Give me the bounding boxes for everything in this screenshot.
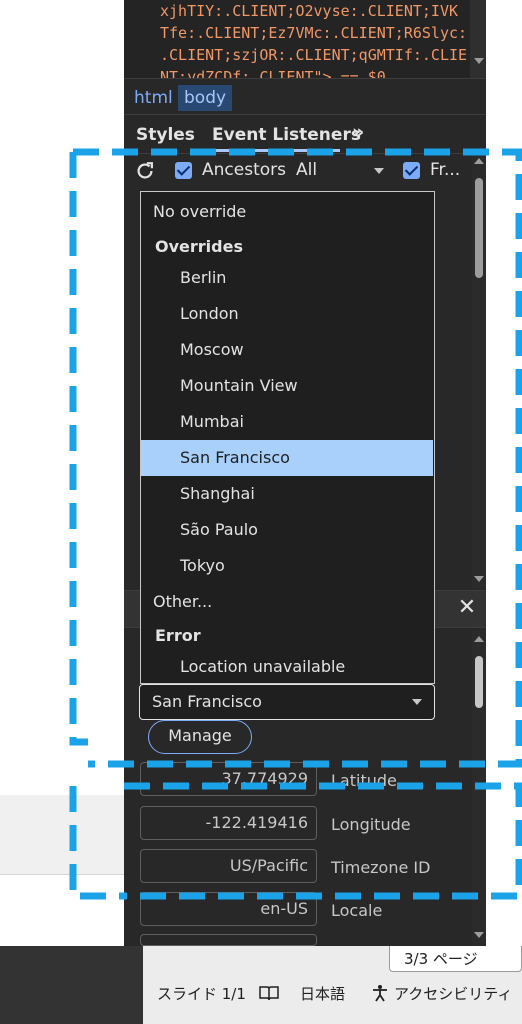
tab-styles[interactable]: Styles [136, 124, 195, 146]
accessibility-icon[interactable] [370, 983, 390, 1003]
chevron-down-icon[interactable] [374, 168, 384, 174]
chevron-down-icon [412, 699, 422, 705]
ancestors-label: Ancestors [202, 160, 286, 180]
page-gray-band [0, 795, 124, 875]
longitude-label: Longitude [331, 815, 411, 834]
refresh-icon[interactable] [134, 160, 156, 182]
sidebar-tabs: Styles Event Listeners » [124, 114, 486, 154]
breadcrumb-html[interactable]: html [128, 85, 179, 111]
accessibility-status[interactable]: アクセシビリティ [394, 983, 512, 1004]
option-san-francisco[interactable]: San Francisco [141, 440, 433, 476]
next-field-input[interactable] [140, 934, 317, 946]
breadcrumb-body[interactable]: body [178, 85, 233, 111]
option-shanghai[interactable]: Shanghai [141, 476, 433, 512]
slide-indicator[interactable]: スライド 1/1 [157, 983, 246, 1004]
code-line: .CLIENT;szjOR:.CLIENT;qGMTIf:.CLIE [160, 46, 468, 64]
option-mumbai[interactable]: Mumbai [141, 404, 433, 440]
code-line: Tfe:.CLIENT;Ez7VMc:.CLIENT;R6Slyc: [160, 24, 468, 42]
elements-code-view: xjhTIY:.CLIENT;O2vyse:.CLIENT;IVK Tfe:.C… [124, 0, 470, 78]
longitude-input[interactable]: -122.419416 [140, 806, 317, 840]
scrollbar-thumb[interactable] [475, 656, 483, 708]
filter-select[interactable]: All [296, 160, 317, 180]
locale-label: Locale [331, 901, 383, 920]
page-count: 3/3 ページ [404, 950, 478, 968]
page-divider [0, 874, 124, 875]
location-dropdown-list: No override Overrides Berlin London Mosc… [140, 191, 435, 684]
active-tab-indicator [210, 149, 340, 152]
latitude-label: Latitude [331, 771, 397, 790]
location-select[interactable]: San Francisco [139, 684, 435, 720]
scroll-down-arrow-icon[interactable] [474, 58, 484, 64]
event-listeners-toolbar: Ancestors All Fr... [124, 154, 472, 190]
option-mountain-view[interactable]: Mountain View [141, 368, 433, 404]
timezone-label: Timezone ID [331, 858, 431, 877]
framework-listeners-checkbox[interactable] [403, 162, 420, 179]
scroll-up-arrow-icon[interactable] [474, 636, 484, 642]
language-indicator[interactable]: 日本語 [300, 983, 345, 1004]
ancestors-checkbox[interactable] [175, 162, 192, 179]
framework-listeners-label: Fr... [430, 160, 461, 180]
option-other[interactable]: Other... [141, 584, 433, 620]
notes-icon[interactable] [258, 984, 280, 1002]
option-london[interactable]: London [141, 296, 433, 332]
option-no-override[interactable]: No override [141, 194, 433, 230]
option-location-unavailable[interactable]: Location unavailable [141, 649, 433, 685]
locale-input[interactable]: en-US [140, 892, 317, 926]
code-scrollbar[interactable] [470, 0, 486, 78]
timezone-input[interactable]: US/Pacific [140, 849, 317, 883]
more-tabs-icon[interactable]: » [352, 121, 364, 143]
option-sao-paulo[interactable]: São Paulo [141, 512, 433, 548]
close-icon[interactable]: ✕ [456, 596, 478, 620]
scroll-down-arrow-icon[interactable] [474, 576, 484, 582]
location-select-value: San Francisco [152, 692, 262, 711]
scrollbar-thumb[interactable] [475, 178, 483, 278]
option-berlin[interactable]: Berlin [141, 260, 433, 296]
code-line: NT;ydZCDf:.CLIENT"> == $0 [160, 68, 386, 78]
option-tokyo[interactable]: Tokyo [141, 548, 433, 584]
option-moscow[interactable]: Moscow [141, 332, 433, 368]
scroll-down-arrow-icon[interactable] [474, 932, 484, 938]
manage-button[interactable]: Manage [148, 720, 252, 754]
scroll-up-arrow-icon[interactable] [474, 158, 484, 164]
latitude-input[interactable]: 37.774929 [140, 762, 317, 796]
breadcrumb: html body [124, 78, 486, 114]
code-line: xjhTIY:.CLIENT;O2vyse:.CLIENT;IVK [160, 2, 459, 20]
tab-event-listeners[interactable]: Event Listeners [212, 124, 361, 146]
